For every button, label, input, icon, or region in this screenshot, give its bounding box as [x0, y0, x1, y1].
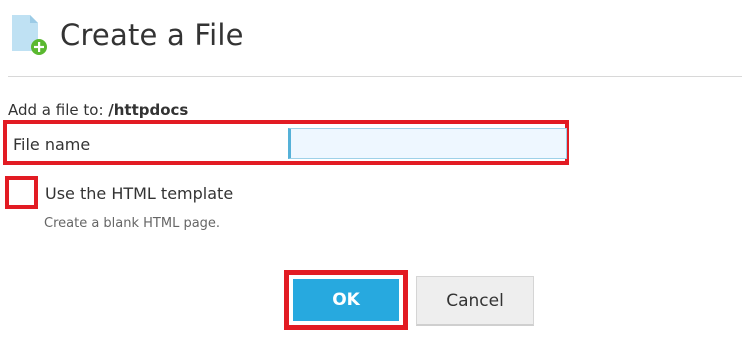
create-file-dialog: Create a File Add a file to: /httpdocs F…	[0, 0, 750, 355]
cancel-button[interactable]: Cancel	[416, 276, 534, 326]
html-template-hint: Create a blank HTML page.	[44, 216, 221, 231]
header-divider	[8, 76, 742, 77]
target-path: /httpdocs	[108, 101, 189, 119]
target-label: Add a file to:	[8, 101, 109, 119]
html-template-checkbox[interactable]	[5, 176, 38, 209]
file-add-icon	[10, 13, 50, 57]
html-template-label[interactable]: Use the HTML template	[45, 184, 233, 203]
dialog-header: Create a File	[10, 10, 244, 60]
dialog-title: Create a File	[60, 17, 244, 52]
ok-button[interactable]: OK	[293, 279, 399, 321]
filename-label: File name	[13, 135, 91, 154]
ok-button-highlight: OK	[284, 270, 408, 330]
filename-input[interactable]	[288, 128, 567, 159]
target-directory-line: Add a file to: /httpdocs	[8, 101, 188, 119]
filename-field-row: File name	[3, 120, 569, 165]
